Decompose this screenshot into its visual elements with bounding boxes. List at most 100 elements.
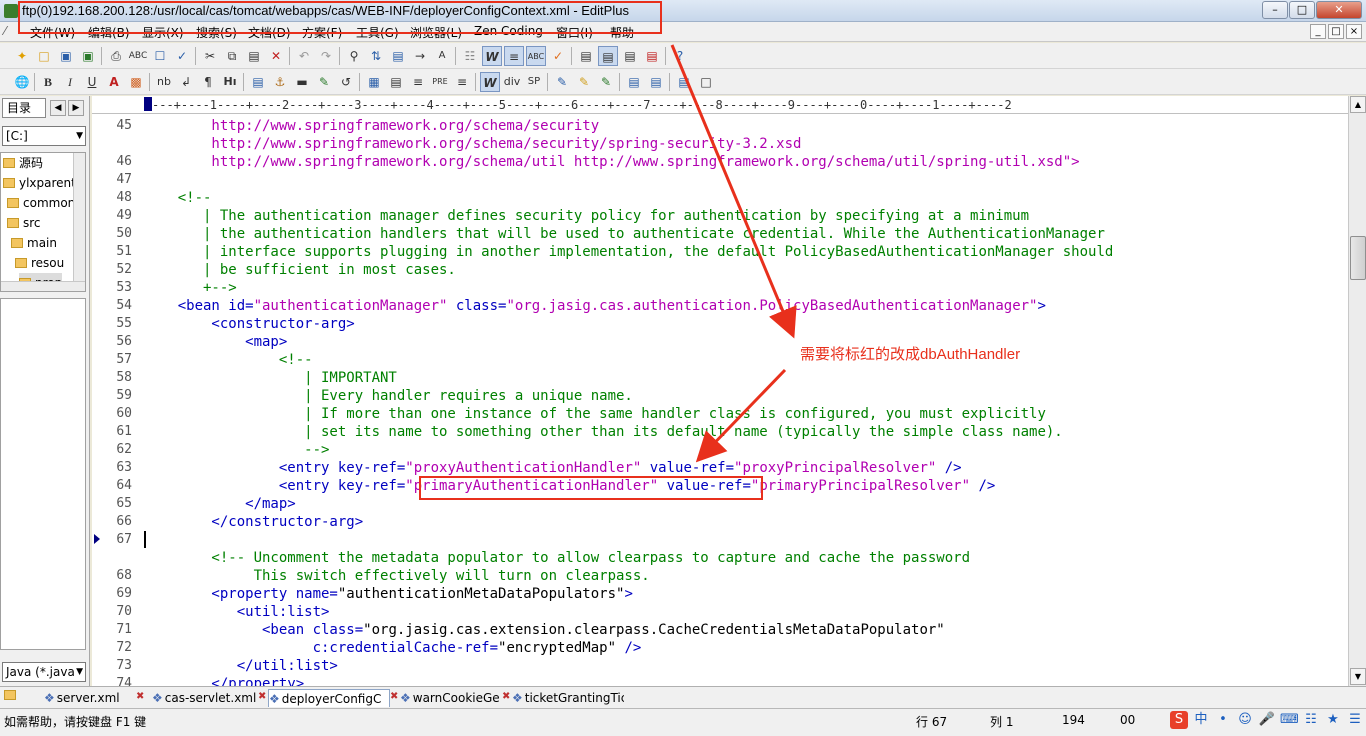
paste-icon[interactable]: ▤ xyxy=(244,46,264,66)
check-icon[interactable]: ✓ xyxy=(172,46,192,66)
html-word-wrap-icon[interactable]: W xyxy=(480,72,500,92)
js-icon[interactable]: ✎ xyxy=(596,72,616,92)
split-window-icon[interactable]: ▤ xyxy=(646,72,666,92)
editor-vertical-scrollbar[interactable]: ▲ ▼ xyxy=(1348,96,1366,686)
close-tab-icon[interactable]: ✖ xyxy=(390,691,398,702)
tab-warn-cookie-generator[interactable]: ❖warnCookieGene xyxy=(400,689,500,707)
tree-item[interactable]: common xyxy=(7,193,75,213)
font-size-icon[interactable]: A xyxy=(432,46,452,66)
cut-icon[interactable]: ✂ xyxy=(200,46,220,66)
scroll-up-icon[interactable]: ▲ xyxy=(1350,96,1366,113)
pre-icon[interactable]: PRE xyxy=(430,72,450,92)
css-icon[interactable]: ✎ xyxy=(574,72,594,92)
mdi-restore-icon[interactable]: □ xyxy=(1328,24,1344,39)
toggle-panel-icon[interactable]: ▤ xyxy=(624,72,644,92)
tab-cas-servlet-xml[interactable]: ❖ cas-servlet.xml xyxy=(152,689,256,707)
tab-ticket-granting-ticket[interactable]: ❖ ticketGrantingTic xyxy=(512,689,624,707)
context-help-icon[interactable]: ? xyxy=(670,46,690,66)
replace-icon[interactable]: ⇅ xyxy=(366,46,386,66)
goto-line-icon[interactable]: → xyxy=(410,46,430,66)
font-color-icon[interactable]: A xyxy=(104,72,124,92)
copy-icon[interactable]: ⧉ xyxy=(222,46,242,66)
editplus-app-icon[interactable] xyxy=(4,4,18,18)
layout-icon[interactable]: ▤ xyxy=(674,72,694,92)
ime-voice-icon[interactable]: 🎤 xyxy=(1258,711,1276,729)
html-toolbar-icon[interactable]: ✎ xyxy=(552,72,572,92)
scroll-down-icon[interactable]: ▼ xyxy=(1350,668,1366,685)
heading-icon[interactable]: Hı xyxy=(220,72,240,92)
edit-tag-icon[interactable]: ✎ xyxy=(314,72,334,92)
spell-check-icon[interactable]: ABC xyxy=(128,46,148,66)
line-number-icon[interactable]: ≡ xyxy=(504,46,524,66)
nav-right-icon[interactable]: ▶ xyxy=(68,100,84,116)
code-editor[interactable]: 45 http://www.springframework.org/schema… xyxy=(92,114,1348,686)
ime-tools-icon[interactable]: ☷ xyxy=(1302,711,1320,729)
comment-icon[interactable]: ↺ xyxy=(336,72,356,92)
tree-item[interactable]: ylxparent xyxy=(3,173,76,193)
ime-mode-indicator[interactable]: 中 xyxy=(1192,711,1210,729)
ime-menu-icon[interactable]: ☰ xyxy=(1346,711,1364,729)
mdi-minimize-icon[interactable]: _ xyxy=(1310,24,1326,39)
underline-icon[interactable]: U xyxy=(82,72,102,92)
word-wrap-icon[interactable]: W xyxy=(482,46,502,66)
nav-left-icon[interactable]: ◀ xyxy=(50,100,66,116)
file-filter-select[interactable]: Java (*.java ▼ xyxy=(2,662,86,682)
line-break-icon[interactable]: ↲ xyxy=(176,72,196,92)
new-file-icon[interactable]: ✦ xyxy=(12,46,32,66)
scroll-thumb[interactable] xyxy=(1350,236,1366,280)
preview-icon[interactable]: ☐ xyxy=(150,46,170,66)
table-icon[interactable]: ▦ xyxy=(364,72,384,92)
nbsp-icon[interactable]: nb xyxy=(154,72,174,92)
hex-view-icon[interactable]: ☷ xyxy=(460,46,480,66)
minimize-button[interactable]: – xyxy=(1262,1,1288,19)
save-all-icon[interactable]: ▣ xyxy=(78,46,98,66)
find-in-files-icon[interactable]: ▤ xyxy=(388,46,408,66)
ime-emoji-icon[interactable]: ☺ xyxy=(1236,711,1254,729)
ime-punctuation-icon[interactable]: • xyxy=(1214,711,1232,729)
redo-icon[interactable]: ↷ xyxy=(316,46,336,66)
print-icon[interactable]: ⎙ xyxy=(106,46,126,66)
tree-item[interactable]: 源码 xyxy=(3,153,43,173)
div-icon[interactable]: div xyxy=(502,72,522,92)
find-icon[interactable]: ⚲ xyxy=(344,46,364,66)
tree-item[interactable]: src xyxy=(7,213,41,233)
undo-icon[interactable]: ↶ xyxy=(294,46,314,66)
list-icon[interactable]: ≡ xyxy=(452,72,472,92)
tree-horizontal-scrollbar[interactable] xyxy=(1,281,85,291)
delete-icon[interactable]: ✕ xyxy=(266,46,286,66)
directory-tab[interactable]: 目录 xyxy=(2,98,46,118)
italic-icon[interactable]: I xyxy=(60,72,80,92)
close-tab-icon[interactable]: ✖ xyxy=(258,691,266,702)
browser-preview-icon[interactable]: 🌐 xyxy=(12,72,32,92)
ime-keyboard-icon[interactable]: ⌨ xyxy=(1280,711,1299,729)
close-tab-icon[interactable]: ✖ xyxy=(136,691,144,702)
fullscreen-icon[interactable]: □ xyxy=(696,72,716,92)
paragraph-icon[interactable]: ¶ xyxy=(198,72,218,92)
column-select-icon[interactable]: ABC xyxy=(526,46,546,66)
close-tab-icon[interactable]: ✖ xyxy=(502,691,510,702)
ime-logo-icon[interactable]: S xyxy=(1170,711,1188,729)
span-icon[interactable]: SP xyxy=(524,72,544,92)
save-icon[interactable]: ▣ xyxy=(56,46,76,66)
horizontal-rule-icon[interactable]: ▬ xyxy=(292,72,312,92)
file-list[interactable] xyxy=(0,298,86,650)
color-picker-icon[interactable]: ▩ xyxy=(126,72,146,92)
tree-vertical-scrollbar[interactable] xyxy=(73,153,85,291)
document-list-icon[interactable]: ▤ xyxy=(576,46,596,66)
tab-deployer-config-context[interactable]: ❖ deployerConfigC xyxy=(268,689,390,707)
close-button[interactable]: ✕ xyxy=(1316,1,1362,19)
bold-icon[interactable]: B xyxy=(38,72,58,92)
cliptext-icon[interactable]: ▤ xyxy=(642,46,662,66)
form-icon[interactable]: ▤ xyxy=(386,72,406,92)
anchor-icon[interactable]: ⚓ xyxy=(270,72,290,92)
open-folder-icon[interactable]: □ xyxy=(34,46,54,66)
spell-mark-icon[interactable]: ✓ xyxy=(548,46,568,66)
directory-window-icon[interactable]: ▤ xyxy=(598,46,618,66)
tree-item[interactable]: resou xyxy=(15,253,64,273)
tree-item[interactable]: main xyxy=(11,233,57,253)
image-icon[interactable]: ▤ xyxy=(248,72,268,92)
output-window-icon[interactable]: ▤ xyxy=(620,46,640,66)
tab-server-xml[interactable]: ❖ server.xml xyxy=(44,689,134,707)
align-center-icon[interactable]: ≡ xyxy=(408,72,428,92)
ime-skin-icon[interactable]: ★ xyxy=(1324,711,1342,729)
